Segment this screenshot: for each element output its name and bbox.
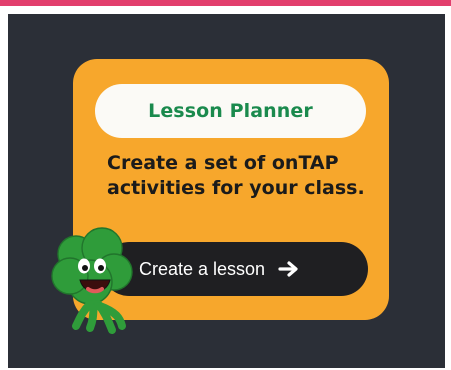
create-lesson-label: Create a lesson	[139, 258, 266, 279]
arrow-right-icon	[278, 260, 300, 278]
app-frame: Lesson Planner Create a set of onTAP act…	[0, 0, 451, 370]
card-title: Lesson Planner	[95, 84, 366, 138]
card-description: Create a set of onTAP activities for you…	[107, 152, 365, 199]
create-lesson-button[interactable]: Create a lesson	[102, 242, 368, 296]
top-accent-bar	[0, 0, 451, 6]
clover-mascot-icon	[50, 220, 140, 345]
